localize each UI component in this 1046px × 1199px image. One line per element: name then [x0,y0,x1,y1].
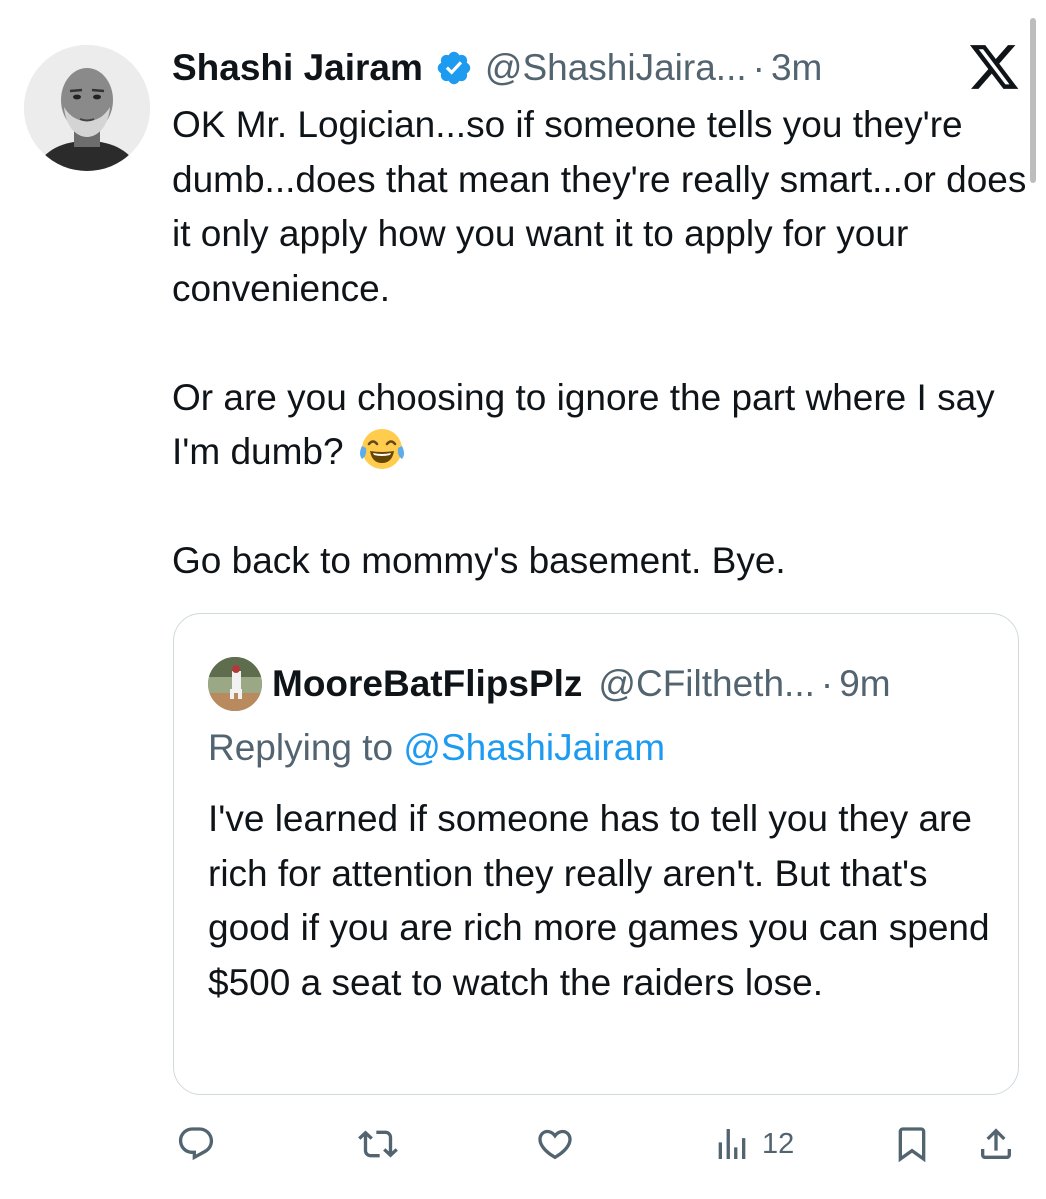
tweet-card[interactable]: Shashi Jairam @ShashiJaira... · 3m OK Mr… [0,0,1046,1199]
views-count: 12 [762,1127,795,1160]
quoted-tweet[interactable]: MooreBatFlipsPlz @CFiltheth... · 9m Repl… [173,613,1019,1095]
views-chart-icon [712,1124,752,1164]
replying-to-label: Replying to [208,727,394,768]
bookmark-icon[interactable] [892,1122,932,1166]
quoted-header: MooreBatFlipsPlz @CFiltheth... · 9m [272,656,891,712]
quoted-author-handle[interactable]: @CFiltheth... [598,663,814,705]
author-avatar[interactable] [24,45,150,171]
share-icon[interactable] [976,1122,1016,1166]
quoted-author-avatar[interactable] [208,657,262,711]
reply-icon[interactable] [176,1122,216,1166]
heart-icon[interactable] [535,1122,575,1166]
tweet-paragraph: OK Mr. Logician...so if someone tells yo… [172,104,1027,309]
tweet-text: OK Mr. Logician...so if someone tells yo… [172,98,1032,589]
tweet-paragraph-text: Or are you choosing to ignore the part w… [172,376,995,473]
retweet-icon[interactable] [358,1122,398,1166]
quoted-author-name[interactable]: MooreBatFlipsPlz [272,663,582,705]
tweet-paragraph: Go back to mommy's basement. Bye. [172,540,786,581]
tweet-paragraph: Or are you choosing to ignore the part w… [172,371,1032,480]
quoted-tweet-text: I've learned if someone has to tell you … [208,798,990,1003]
tweet-actions: 12 [0,1112,1046,1172]
replying-to: Replying to @ShashiJairam [208,722,665,774]
quoted-timestamp[interactable]: 9m [839,663,890,705]
author-handle[interactable]: @ShashiJaira... [485,42,747,94]
views-button[interactable]: 12 [712,1122,794,1166]
tweet-timestamp[interactable]: 3m [771,42,822,94]
verified-badge-icon [435,49,473,87]
tweet-header: Shashi Jairam @ShashiJaira... · 3m [172,42,822,94]
face-with-tears-of-joy-emoji [358,426,406,472]
replying-to-mention[interactable]: @ShashiJairam [403,727,665,768]
x-logo-icon [970,45,1020,91]
header-separator: · [752,47,765,88]
author-name[interactable]: Shashi Jairam [172,42,423,94]
quoted-header-separator: · [820,663,834,704]
